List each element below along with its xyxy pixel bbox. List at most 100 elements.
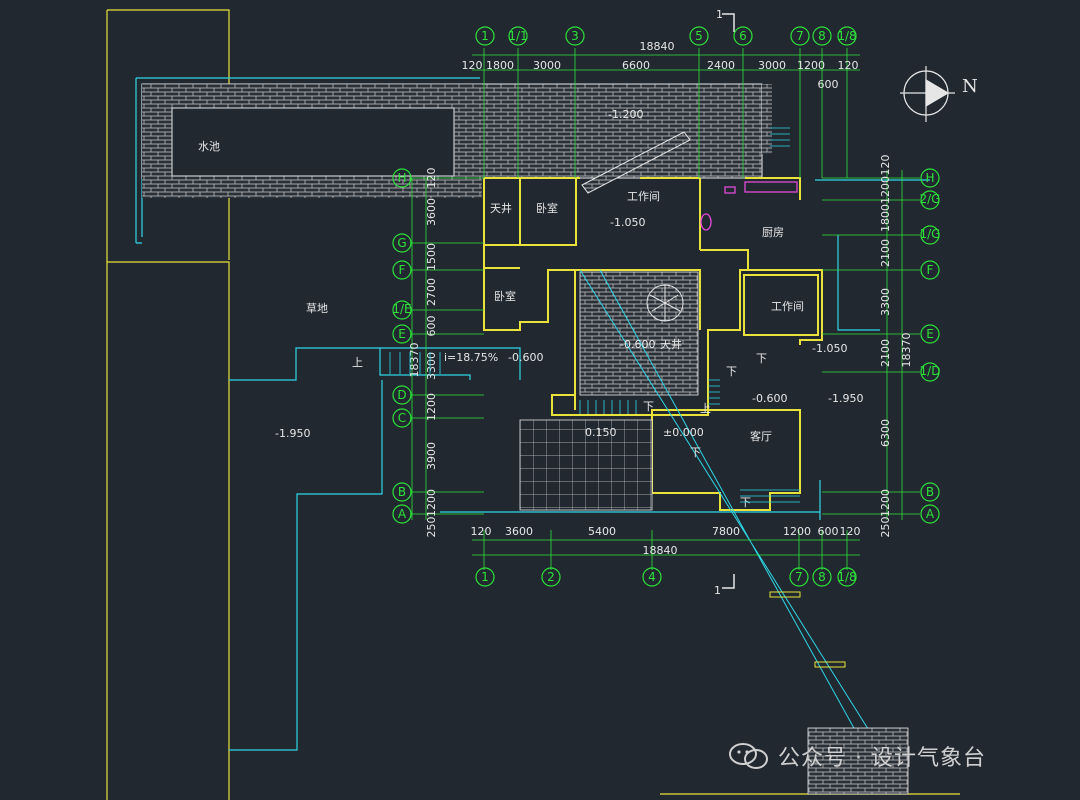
- svg-text:3900: 3900: [425, 442, 438, 470]
- svg-text:-0.600: -0.600: [508, 351, 543, 364]
- svg-text:下: 下: [740, 496, 751, 509]
- room-workroom-1: 工作间: [627, 190, 660, 203]
- svg-text:7: 7: [795, 570, 803, 584]
- axis-bubble-right-A: A: [920, 504, 940, 524]
- svg-text:120: 120: [838, 59, 859, 72]
- svg-text:-1.950: -1.950: [275, 427, 310, 440]
- courtyard-paving: [579, 271, 699, 396]
- svg-text:1/E: 1/E: [392, 302, 411, 316]
- svg-text:±0.000: ±0.000: [663, 426, 704, 439]
- axis-bubble-left-D: D: [392, 385, 412, 405]
- svg-text:E: E: [398, 327, 406, 341]
- svg-text:120: 120: [879, 155, 892, 176]
- svg-text:-1.200: -1.200: [608, 108, 643, 121]
- room-lawn: 草地: [306, 302, 328, 315]
- svg-text:3000: 3000: [533, 59, 561, 72]
- svg-text:8: 8: [818, 29, 826, 43]
- svg-text:3: 3: [571, 29, 579, 43]
- bottom-dimensions: 120 3600 5400 7800 1200 600 120 18840: [471, 525, 861, 557]
- axis-bubble-left-C: C: [392, 408, 412, 428]
- north-arrow-icon: [900, 66, 955, 122]
- axis-bubble-bottom-8: 8: [812, 567, 832, 587]
- svg-text:600: 600: [818, 525, 839, 538]
- svg-text:3600: 3600: [505, 525, 533, 538]
- axis-bubble-top-1: 1: [475, 26, 495, 46]
- axis-bubble-right-E: E: [920, 324, 940, 344]
- svg-text:下: 下: [756, 352, 767, 365]
- room-bedroom-1: 卧室: [536, 201, 558, 215]
- room-workroom-2: 工作间: [771, 300, 804, 313]
- right-total-dim: 18370: [900, 333, 913, 368]
- axis-bubble-right-B: B: [920, 482, 940, 502]
- svg-text:G: G: [397, 236, 406, 250]
- axis-bubble-top-8: 8: [812, 26, 832, 46]
- svg-text:2100: 2100: [879, 239, 892, 267]
- svg-text:3300: 3300: [425, 352, 438, 380]
- top-dimensions: 18840 120 1800 3000 6600 2400 3000 1200 …: [462, 40, 859, 91]
- svg-text:-1.050: -1.050: [812, 342, 847, 355]
- svg-text:120: 120: [840, 525, 861, 538]
- svg-text:120: 120: [425, 168, 438, 189]
- top-total-dim: 18840: [640, 40, 675, 53]
- watermark-text: 公众号 · 设计气象台: [778, 746, 986, 771]
- svg-text:H: H: [925, 171, 934, 185]
- svg-text:1/1: 1/1: [508, 29, 527, 43]
- svg-text:2: 2: [547, 570, 555, 584]
- svg-text:2100: 2100: [879, 339, 892, 367]
- svg-text:2400: 2400: [707, 59, 735, 72]
- svg-text:3600: 3600: [425, 198, 438, 226]
- svg-text:A: A: [398, 507, 407, 521]
- svg-text:1/8: 1/8: [837, 29, 856, 43]
- svg-text:A: A: [926, 507, 935, 521]
- bottom-total-dim: 18840: [643, 544, 678, 557]
- svg-text:C: C: [398, 411, 406, 425]
- svg-text:H: H: [397, 171, 406, 185]
- axis-bubble-bottom-1: 1: [475, 567, 495, 587]
- svg-text:1: 1: [481, 29, 489, 43]
- svg-text:下: 下: [726, 365, 737, 378]
- right-axis-bubbles: H 2/G 1/G F E 1/D B A: [920, 168, 941, 524]
- section-mark-bottom: 1: [714, 584, 721, 597]
- svg-text:1800: 1800: [486, 59, 514, 72]
- axis-bubble-left-E: E: [392, 324, 412, 344]
- svg-text:3000: 3000: [758, 59, 786, 72]
- svg-text:7800: 7800: [712, 525, 740, 538]
- axis-bubble-top-1-8: 1/8: [837, 26, 857, 46]
- axis-bubble-bottom-7: 7: [789, 567, 809, 587]
- svg-text:1: 1: [481, 570, 489, 584]
- svg-text:i=18.75%: i=18.75%: [444, 351, 498, 364]
- room-patio: 天井: [490, 201, 512, 215]
- axis-bubble-bottom-4: 4: [642, 567, 662, 587]
- svg-text:1/D: 1/D: [920, 364, 941, 378]
- room-kitchen: 厨房: [762, 226, 784, 239]
- svg-text:1200: 1200: [783, 525, 811, 538]
- svg-text:1/8: 1/8: [837, 570, 856, 584]
- svg-text:1200: 1200: [425, 393, 438, 421]
- axis-bubble-left-1E: 1/E: [392, 300, 412, 320]
- svg-text:F: F: [927, 263, 934, 277]
- left-dimensions: 120 3600 1500 2700 600 3300 1200 3900 12…: [408, 168, 438, 538]
- svg-text:下: 下: [643, 400, 654, 413]
- axis-bubble-right-1D: 1/D: [920, 362, 941, 382]
- svg-text:5: 5: [695, 29, 703, 43]
- room-courtyard: 天井: [660, 337, 682, 351]
- axis-bubble-right-F: F: [920, 260, 940, 280]
- axis-bubble-top-6: 6: [733, 26, 753, 46]
- svg-text:6: 6: [739, 29, 747, 43]
- axis-bubble-left-F: F: [392, 260, 412, 280]
- svg-text:D: D: [397, 388, 406, 402]
- svg-text:1200: 1200: [879, 489, 892, 517]
- svg-text:1/G: 1/G: [920, 227, 941, 241]
- svg-text:2/G: 2/G: [920, 192, 941, 206]
- svg-text:8: 8: [818, 570, 826, 584]
- svg-text:1200: 1200: [797, 59, 825, 72]
- svg-text:1800: 1800: [879, 204, 892, 232]
- svg-text:上: 上: [352, 356, 363, 369]
- axis-bubble-top-3: 3: [565, 26, 585, 46]
- svg-text:4: 4: [648, 570, 656, 584]
- axis-bubble-right-1G: 1/G: [920, 225, 941, 245]
- svg-text:120: 120: [462, 59, 483, 72]
- svg-text:1500: 1500: [425, 243, 438, 271]
- room-living: 客厅: [750, 429, 772, 443]
- svg-text:1200: 1200: [425, 489, 438, 517]
